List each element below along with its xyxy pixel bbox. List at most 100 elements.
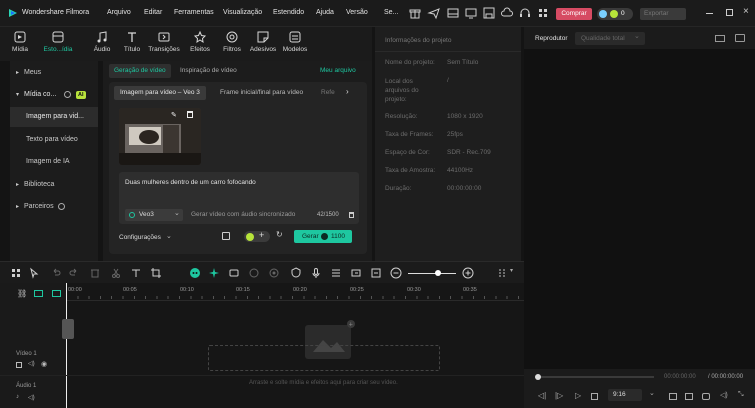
gift-icon[interactable]: [408, 6, 422, 20]
tool-stickers[interactable]: Adesivos: [245, 30, 281, 53]
undo-icon[interactable]: [50, 267, 62, 279]
grid-icon[interactable]: [536, 6, 550, 20]
sidebar-item-biblioteca[interactable]: ▸ Biblioteca: [10, 175, 98, 195]
sidebar-item-parceiros[interactable]: ▸ Parceiros: [10, 197, 98, 217]
play-icon[interactable]: ▷: [575, 391, 581, 400]
refresh-icon[interactable]: ↻: [276, 230, 283, 239]
chevron-down-icon[interactable]: ⌄: [166, 232, 172, 240]
sidebar-item-midia-ia[interactable]: ▾ Mídia co... AI: [10, 85, 98, 105]
sidebar-item-imagem-para-video[interactable]: Imagem para vid...: [10, 107, 98, 127]
time-ruler[interactable]: 00:00 00:05 00:10 00:15 00:20 00:25 00:3…: [66, 283, 524, 301]
tool-title[interactable]: Título: [114, 30, 150, 53]
tab-video-generation[interactable]: Geração de vídeo: [109, 64, 171, 78]
stop-icon[interactable]: [591, 393, 598, 400]
save-icon[interactable]: [482, 6, 496, 20]
tool-effects[interactable]: Efeitos: [182, 30, 218, 53]
link-icon[interactable]: ⛓: [17, 289, 27, 298]
tool-transitions[interactable]: Transições: [146, 30, 182, 53]
speed-icon[interactable]: [228, 267, 240, 279]
zoom-slider-handle[interactable]: [435, 270, 441, 276]
select-tool-icon[interactable]: [28, 267, 40, 279]
cloud-icon[interactable]: [500, 6, 514, 20]
subtab-image-to-video-veo3[interactable]: Imagem para vídeo – Veo 3: [114, 86, 206, 100]
subtab-start-end-frame[interactable]: Frame inicial/final para vídeo: [220, 86, 303, 100]
chevron-down-icon[interactable]: ▾: [510, 267, 513, 274]
layout-icon[interactable]: [446, 6, 460, 20]
cut-icon[interactable]: [110, 267, 122, 279]
playback-scrubber[interactable]: [535, 374, 654, 380]
tool-templates[interactable]: Modelos: [277, 30, 313, 53]
visibility-icon[interactable]: ◉: [41, 360, 47, 368]
fit-timeline-icon[interactable]: [370, 267, 382, 279]
mute-icon[interactable]: ◁): [28, 394, 35, 401]
more-options-icon[interactable]: [496, 267, 508, 279]
redo-icon[interactable]: [68, 267, 80, 279]
video-track-icon[interactable]: [16, 362, 22, 368]
prompt-textarea[interactable]: Duas mulheres dentro de um carro fofocan…: [119, 172, 359, 224]
source-image-thumbnail[interactable]: ✎: [119, 108, 201, 165]
mute-icon[interactable]: ◁): [28, 360, 35, 367]
render-preview-icon[interactable]: [669, 393, 677, 400]
subtab-reference[interactable]: Refe: [321, 86, 335, 100]
shield-icon[interactable]: [290, 267, 302, 279]
effects-icon[interactable]: [208, 267, 220, 279]
snapshot-icon[interactable]: [735, 34, 745, 42]
microphone-icon[interactable]: [310, 267, 322, 279]
layout-grid-icon[interactable]: [10, 267, 22, 279]
mask-icon[interactable]: [268, 267, 280, 279]
minimize-icon[interactable]: [706, 13, 713, 14]
track-manager-icon[interactable]: [52, 290, 61, 297]
color-icon[interactable]: [248, 267, 260, 279]
close-icon[interactable]: ×: [743, 6, 749, 17]
player-tab[interactable]: Reprodutor: [535, 35, 568, 42]
zoom-in-icon[interactable]: [462, 267, 474, 279]
replace-icon[interactable]: [350, 267, 362, 279]
previous-frame-icon[interactable]: ◁|: [538, 391, 546, 400]
tool-stock-media[interactable]: Esto...ídia: [40, 30, 76, 53]
account-pill[interactable]: 0: [597, 8, 633, 20]
drop-zone[interactable]: [208, 345, 440, 371]
aspect-ratio-select[interactable]: 9:16: [608, 389, 642, 401]
menu-search[interactable]: Se...: [384, 9, 398, 16]
audio-track-icon[interactable]: ♪: [16, 394, 19, 400]
menu-ajuda[interactable]: Ajuda: [316, 9, 334, 16]
ai-mate-icon[interactable]: [189, 267, 201, 279]
headset-icon[interactable]: [518, 6, 532, 20]
quality-select[interactable]: Qualidade total ⌄: [575, 32, 645, 45]
text-icon[interactable]: [130, 267, 142, 279]
model-select[interactable]: Veo3 ⌄: [125, 209, 183, 221]
zoom-out-icon[interactable]: [390, 267, 402, 279]
playhead[interactable]: [66, 283, 67, 408]
tab-video-inspiration[interactable]: Inspiração de vídeo: [180, 64, 237, 78]
delete-icon[interactable]: [89, 267, 101, 279]
restore-icon[interactable]: [726, 9, 733, 16]
send-icon[interactable]: [427, 6, 441, 20]
menu-versao[interactable]: Versão: [346, 9, 368, 16]
image-settings-icon[interactable]: [222, 232, 230, 240]
generate-button[interactable]: Gerar 1100: [294, 230, 352, 243]
export-button[interactable]: Exportar: [640, 8, 686, 20]
clear-prompt-icon[interactable]: [349, 212, 354, 218]
menu-arquivo[interactable]: Arquivo: [107, 9, 131, 16]
playhead-handle[interactable]: [62, 319, 74, 339]
compare-view-icon[interactable]: [715, 35, 725, 42]
monitor-icon[interactable]: [685, 393, 693, 400]
zoom-slider[interactable]: [408, 270, 456, 276]
delete-icon[interactable]: [187, 111, 193, 118]
chevron-right-icon[interactable]: ›: [346, 87, 349, 96]
menu-ferramentas[interactable]: Ferramentas: [174, 9, 214, 16]
sidebar-item-imagem-de-ia[interactable]: Imagem de IA: [10, 152, 98, 172]
sidebar-item-texto-para-video[interactable]: Texto para vídeo: [10, 130, 98, 150]
next-frame-icon[interactable]: |▷: [555, 391, 563, 400]
camera-icon[interactable]: [702, 393, 710, 400]
tool-media[interactable]: Mídia: [2, 30, 38, 53]
menu-visualizacao[interactable]: Visualização: [223, 9, 262, 16]
monitor-icon[interactable]: [464, 6, 478, 20]
sidebar-item-meus[interactable]: ▸ Meus: [10, 63, 98, 83]
crop-icon[interactable]: [150, 267, 162, 279]
settings-dropdown[interactable]: Configurações: [119, 234, 161, 241]
scrubber-handle[interactable]: [535, 374, 541, 380]
menu-estendido[interactable]: Estendido: [273, 9, 304, 16]
sync-audio-toggle[interactable]: Gerar vídeo com áudio sincronizado: [191, 211, 295, 218]
volume-icon[interactable]: ◁): [720, 391, 728, 399]
